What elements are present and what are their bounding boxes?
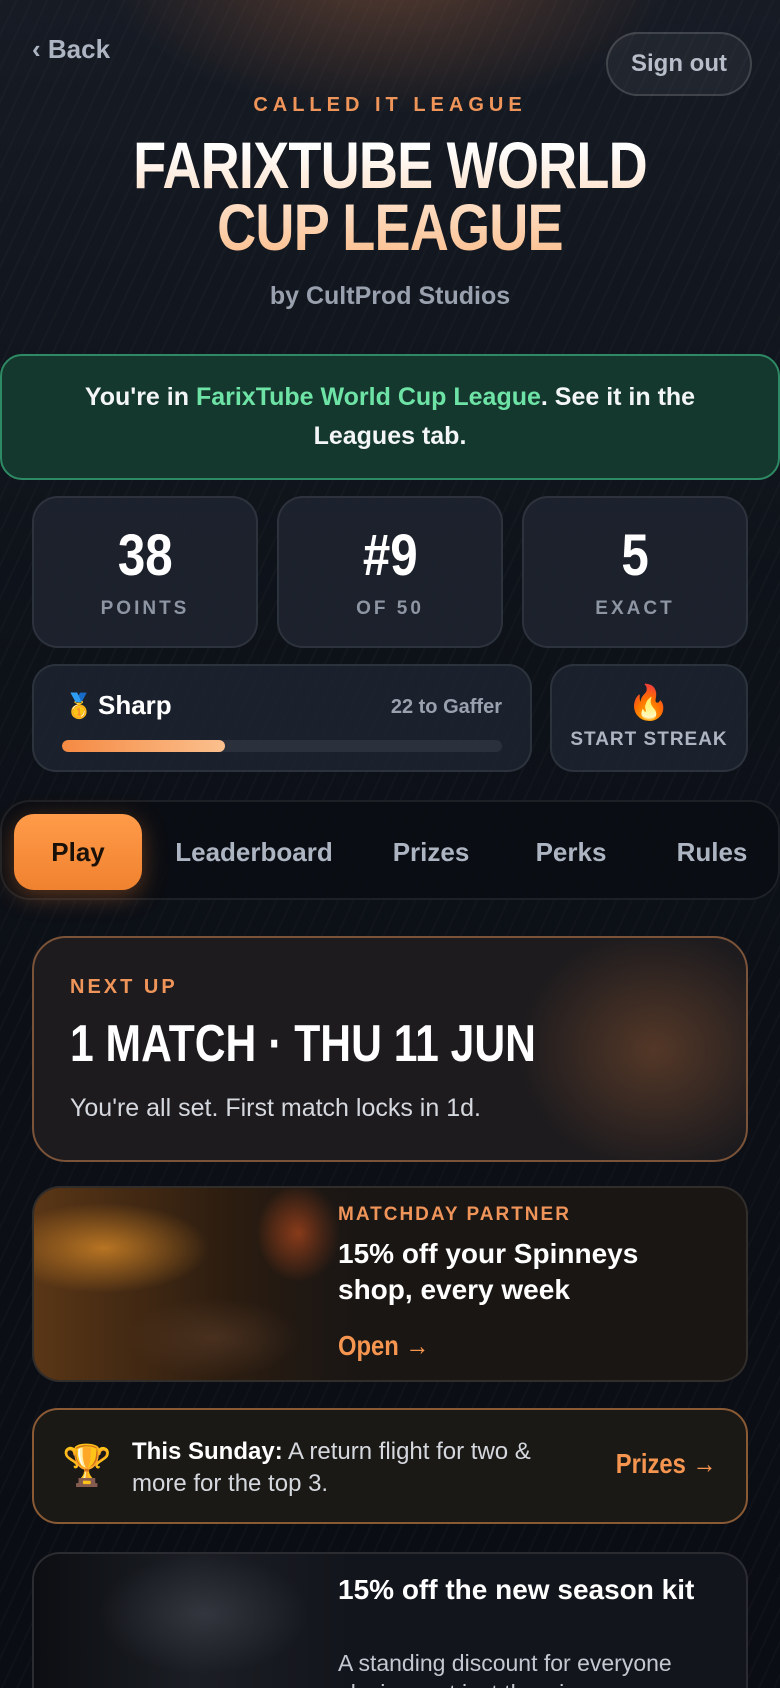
back-link[interactable]: ‹ Back — [32, 34, 110, 65]
tab-play[interactable]: Play — [14, 814, 142, 890]
partner-open-link[interactable]: Open → — [338, 1330, 429, 1362]
trophy-icon: 🏆 — [62, 1444, 112, 1488]
joined-prefix: You're in — [84, 383, 196, 411]
byline: by CultProd Studios — [269, 282, 511, 310]
next-up-eyebrow: NEXT UP — [70, 976, 178, 998]
tab-perks[interactable]: Perks — [518, 814, 624, 890]
league-page: ‹ Back Sign out CALLED IT LEAGUE FARIXTU… — [0, 0, 780, 1688]
stat-value: 5 — [621, 523, 649, 588]
joined-text: You're in FarixTube World Cup League. Se… — [62, 378, 718, 456]
kit-offer-card[interactable]: 15% off the new season kit A standing di… — [32, 1552, 748, 1688]
stat-rank: #9 OF 50 — [277, 496, 503, 648]
tab-bar: Play Leaderboard Prizes Perks Rules — [0, 800, 780, 900]
fire-icon: 🔥 — [627, 684, 671, 722]
streak-label: START STREAK — [570, 729, 728, 750]
stat-value: #9 — [362, 523, 418, 588]
rank-progress-fill — [62, 740, 225, 752]
joined-league-name: FarixTube World Cup League — [195, 383, 541, 411]
tab-leaderboard[interactable]: Leaderboard — [162, 814, 346, 890]
app-eyebrow: CALLED IT LEAGUE — [253, 94, 527, 116]
joined-banner: You're in FarixTube World Cup League. Se… — [0, 354, 780, 480]
sign-out-button[interactable]: Sign out — [606, 32, 752, 96]
stat-value: 38 — [117, 523, 173, 588]
next-up-card[interactable]: NEXT UP 1 MATCH · THU 11 JUN You're all … — [32, 936, 748, 1162]
stat-exact: 5 EXACT — [522, 496, 748, 648]
rank-progress-bar — [62, 740, 502, 752]
rank-progress-card: 🥇 Sharp 22 to Gaffer — [32, 664, 532, 772]
partner-eyebrow: MATCHDAY PARTNER — [338, 1204, 571, 1225]
prizes-link[interactable]: Prizes → — [615, 1448, 716, 1480]
tab-prizes[interactable]: Prizes — [372, 814, 490, 890]
kit-image — [34, 1554, 354, 1688]
page-title: FARIXTUBE WORLD CUP LEAGUE — [119, 132, 660, 260]
partner-headline: 15% off your Spinneys shop, every week — [338, 1238, 639, 1305]
prize-note-card[interactable]: 🏆 This Sunday: A return flight for two &… — [32, 1408, 748, 1524]
prize-note-text: This Sunday: A return flight for two & m… — [132, 1436, 572, 1500]
rank-next-target: 22 to Gaffer — [390, 696, 502, 718]
start-streak-button[interactable]: 🔥 START STREAK — [550, 664, 748, 772]
tab-rules[interactable]: Rules — [660, 814, 764, 890]
stat-label: OF 50 — [356, 598, 424, 619]
rank-name: Sharp — [98, 690, 172, 720]
kit-subtext: A standing discount for everyone playing… — [338, 1650, 672, 1688]
next-up-headline: 1 MATCH · THU 11 JUN — [70, 1015, 536, 1073]
stat-points: 38 POINTS — [32, 496, 258, 648]
medal-icon: 🥇 — [64, 693, 94, 720]
next-up-subtext: You're all set. First match locks in 1d. — [70, 1094, 481, 1122]
prize-note-lead: This Sunday: — [132, 1438, 283, 1465]
stat-label: EXACT — [595, 598, 675, 619]
kit-headline: 15% off the new season kit — [338, 1574, 695, 1605]
partner-card[interactable]: MATCHDAY PARTNER 15% off your Spinneys s… — [32, 1186, 748, 1382]
stat-label: POINTS — [100, 598, 190, 619]
